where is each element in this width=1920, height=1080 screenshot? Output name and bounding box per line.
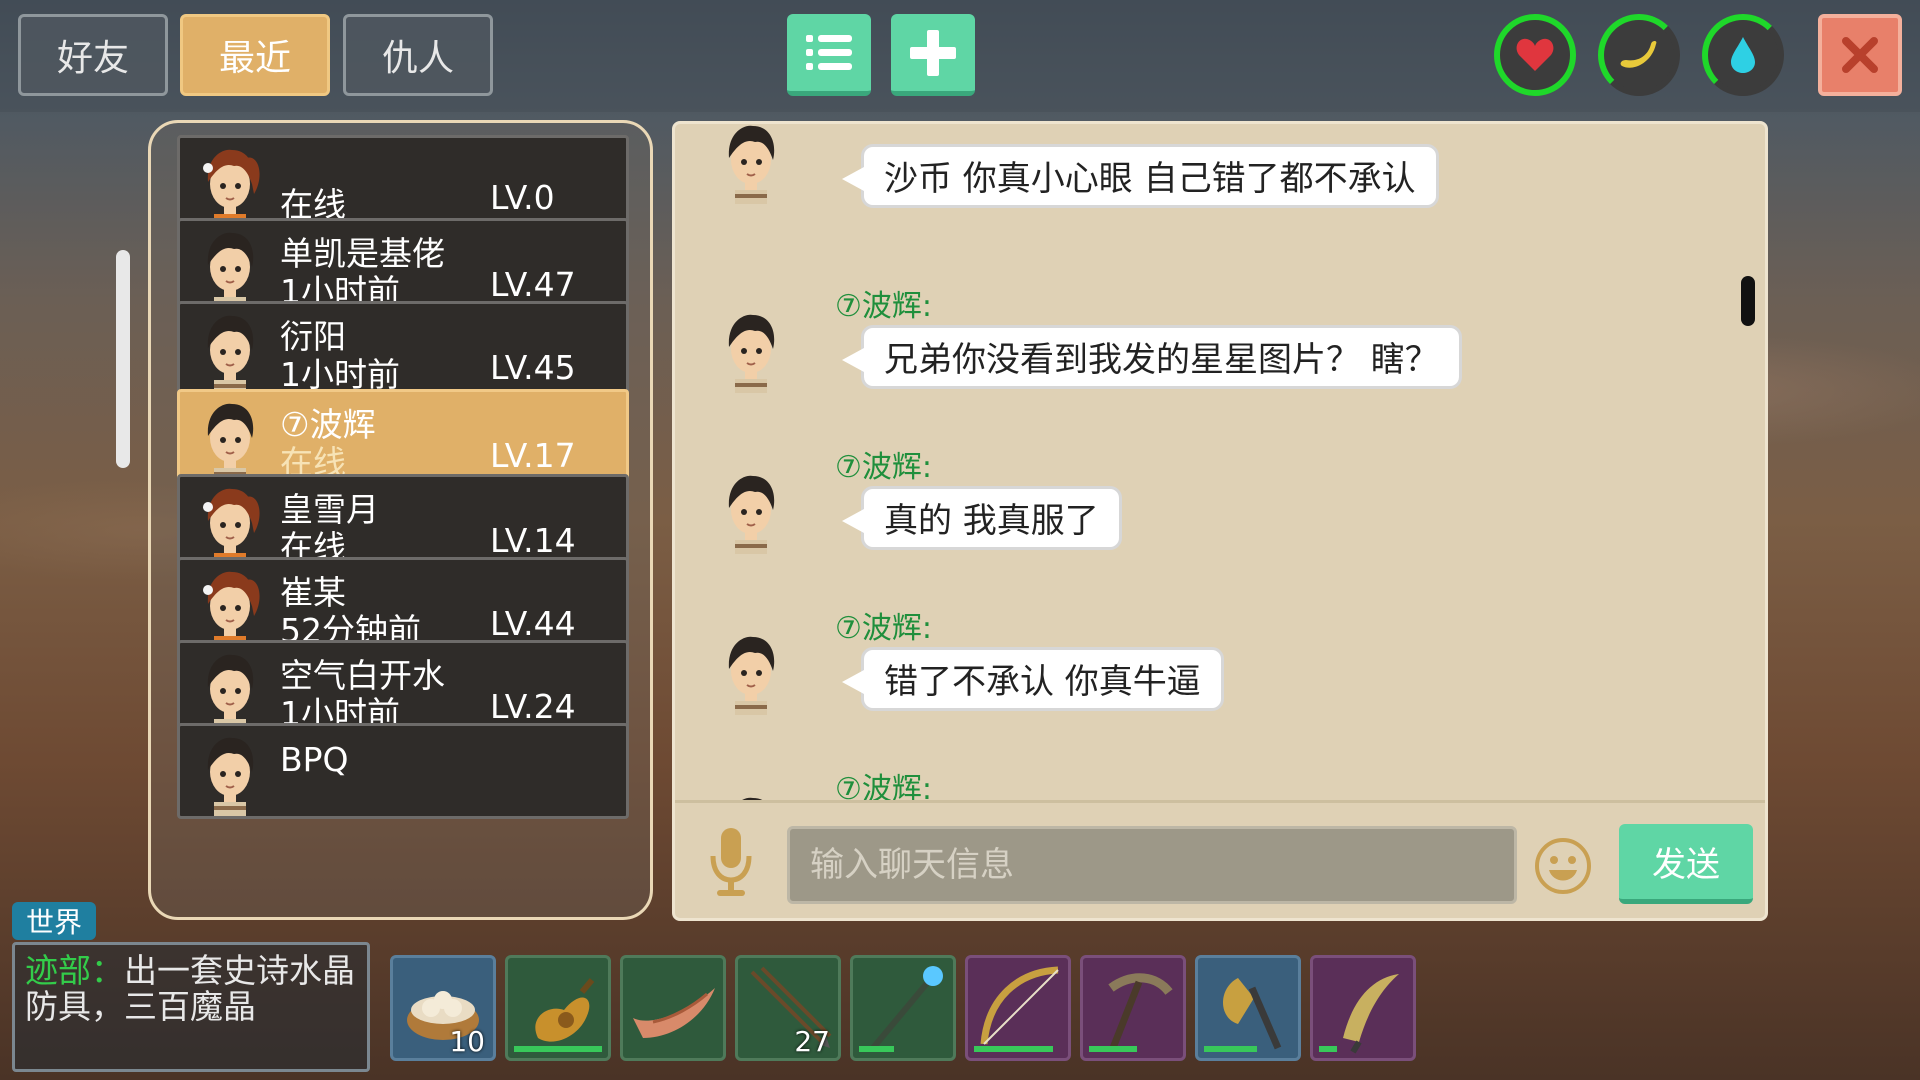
emoji-button[interactable] [1533,836,1593,896]
durability-bar [1204,1046,1257,1052]
friend-level: LV.14 [490,521,576,560]
message-sender: ⑦波辉: [835,611,933,646]
durability-bar [859,1046,894,1052]
hotbar-slot[interactable] [1080,955,1186,1061]
hotbar-slot[interactable]: 10 [390,955,496,1061]
friend-list-panel: 在线 LV.0 单凯是基佬 1小时前 LV.47 衍阳 1小时前 LV.45 ⑦波辉 在线 LV.1… [148,120,653,920]
tab-recent-label: 最近 [218,38,291,79]
avatar [194,398,266,482]
durability-bar [974,1046,1053,1052]
avatar [715,631,787,715]
message-bubble: 兄弟你没看到我发的星星图片？ 瞎？ [842,325,1462,389]
plus-icon [910,29,956,76]
message-sender: ⑦波辉: [835,772,933,800]
chat-input-placeholder: 输入聊天信息 [810,845,1014,885]
tab-friends-label: 好友 [56,38,129,79]
chat-panel: 沙币 你真小心眼 自己错了都不承认 ⑦波辉: 兄弟你没看到我发的星星图片？ 瞎？ ⑦波… [672,121,1768,921]
axe-icon [1223,978,1282,1050]
avatar [194,483,266,567]
avatar [194,566,266,650]
friend-row[interactable]: 单凯是基佬 1小时前 LV.47 [177,218,629,314]
chat-scrollbar[interactable] [1741,276,1755,326]
close-icon [1842,37,1878,73]
avatar [194,310,266,394]
gourd-flask-icon [535,978,595,1042]
avatar [715,470,787,554]
durability-bar [514,1046,602,1052]
hunger-indicator [1598,14,1680,96]
chat-messages: 沙币 你真小心眼 自己错了都不承认 ⑦波辉: 兄弟你没看到我发的星星图片？ 瞎？ ⑦波… [675,124,1765,800]
friend-level: LV.0 [490,178,555,217]
hotbar-slot[interactable] [505,955,611,1061]
friend-level: LV.45 [490,348,576,387]
friend-row[interactable]: 在线 LV.0 [177,135,629,231]
message-bubble: 真的 我真服了 [842,486,1122,550]
chat-input[interactable]: 输入聊天信息 [787,826,1517,904]
friend-level: LV.24 [490,687,576,726]
list-icon [806,34,852,70]
hotbar-slot[interactable] [965,955,1071,1061]
sickle-icon [1343,974,1399,1054]
banana-icon [1620,41,1657,68]
spear-icon [870,966,943,1050]
send-label: 发送 [1652,845,1720,885]
hotbar-slot[interactable] [1195,955,1301,1061]
friend-row[interactable]: 崔某 52分钟前 LV.44 [177,557,629,653]
message-bubble: 沙币 你真小心眼 自己错了都不承认 [842,144,1439,208]
friend-row[interactable]: ⑦波辉 在线 LV.17 [177,389,629,485]
world-message-sender: 迹部： [25,951,124,990]
friend-name: BPQ [280,740,349,779]
health-indicator [1494,14,1576,96]
avatar [715,792,787,800]
hotbar-slot[interactable] [1310,955,1416,1061]
hotbar-slot[interactable]: 27 [735,955,841,1061]
send-button[interactable]: 发送 [1619,824,1753,904]
chat-divider [675,800,1765,803]
friend-row[interactable]: 衍阳 1小时前 LV.45 [177,301,629,397]
world-tag-label: 世界 [25,906,82,939]
avatar [194,144,266,228]
avatar [194,732,266,816]
avatar [715,124,787,204]
durability-bar [1319,1046,1337,1052]
message-sender: ⑦波辉: [835,289,933,324]
hotbar-slot[interactable] [620,955,726,1061]
water-drop-icon [1731,37,1755,73]
friend-row[interactable]: BPQ [177,723,629,819]
message-sender: ⑦波辉: [835,450,933,485]
pickaxe-icon [1108,973,1173,1050]
world-chat-box[interactable]: 迹部：出一套史诗水晶防具，三百魔晶 [12,942,370,1072]
bow-icon [980,966,1059,1045]
avatar [715,309,787,393]
friend-row[interactable]: 皇雪月 在线 LV.14 [177,474,629,570]
tab-friends[interactable]: 好友 [18,14,168,96]
message-bubble: 错了不承认 你真牛逼 [842,647,1224,711]
friend-level: LV.44 [490,604,576,643]
durability-bar [1089,1046,1137,1052]
tab-enemies-label: 仇人 [381,38,454,79]
microphone-icon [710,828,752,896]
friend-row[interactable]: 空气白开水 1小时前 LV.24 [177,640,629,736]
item-count: 27 [794,1025,830,1058]
tab-enemies[interactable]: 仇人 [343,14,493,96]
hotbar-slot[interactable] [850,955,956,1061]
thirst-indicator [1702,14,1784,96]
item-count: 10 [449,1025,485,1058]
avatar [194,227,266,311]
close-button[interactable] [1818,14,1902,96]
friend-level: LV.17 [490,436,576,475]
boat-icon [633,988,715,1038]
tab-recent[interactable]: 最近 [180,14,330,96]
list-button[interactable] [787,14,871,96]
avatar [194,649,266,733]
add-friend-button[interactable] [891,14,975,96]
friend-list-scrollbar[interactable] [116,250,130,468]
world-channel-tag[interactable]: 世界 [12,902,96,940]
smiley-icon [1535,838,1591,894]
friend-level: LV.47 [490,265,576,304]
heart-icon [1516,38,1554,71]
voice-button[interactable] [709,826,753,900]
